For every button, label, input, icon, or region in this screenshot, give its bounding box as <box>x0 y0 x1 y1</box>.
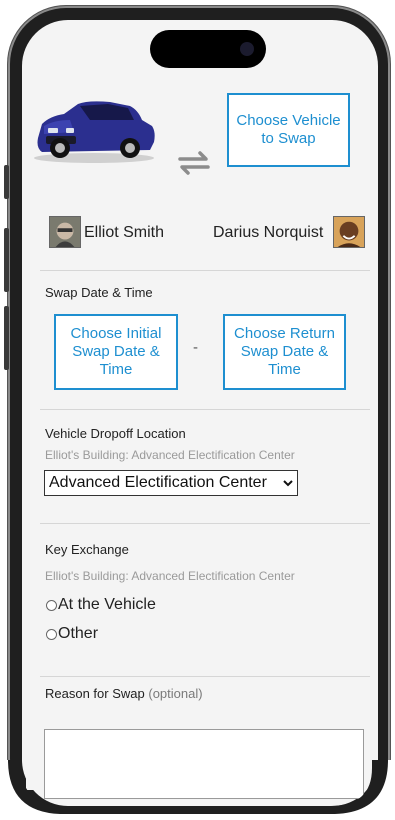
swap-arrows-icon <box>178 151 210 175</box>
key-exchange-option-other[interactable]: Other <box>46 625 98 643</box>
choose-vehicle-button[interactable]: Choose Vehicle to Swap <box>227 93 350 167</box>
choose-return-datetime-label: Choose Return Swap Date & Time <box>234 325 335 378</box>
option-label: Other <box>58 625 99 642</box>
avatar-elliot <box>49 216 81 248</box>
volume-up-button <box>4 228 9 292</box>
camera-icon <box>240 42 254 56</box>
choose-return-datetime-button[interactable]: Choose Return Swap Date & Time <box>223 314 346 390</box>
vehicle-image <box>34 101 155 163</box>
option-label: At the Vehicle <box>58 596 156 613</box>
participant-right-name: Darius Norquist <box>213 224 324 241</box>
chevron-down-icon <box>283 480 293 487</box>
radio-button[interactable] <box>46 628 57 640</box>
divider <box>40 409 370 410</box>
avatar-darius <box>333 216 365 248</box>
reason-optional-tag: (optional) <box>148 686 203 701</box>
dropoff-hint: Elliot's Building: Advanced Electificati… <box>45 448 295 462</box>
dropoff-title: Vehicle Dropoff Location <box>45 426 186 441</box>
choose-vehicle-label: Choose Vehicle to Swap <box>236 112 341 147</box>
radio-button[interactable] <box>46 599 57 611</box>
phone-bottom-edge <box>0 760 395 820</box>
divider <box>40 676 370 677</box>
choose-initial-datetime-button[interactable]: Choose Initial Swap Date & Time <box>54 314 178 390</box>
dropoff-location-select[interactable]: Advanced Electification Center <box>44 470 298 496</box>
mute-switch <box>4 165 9 199</box>
dropoff-selected-value: Advanced Electification Center <box>49 474 267 491</box>
reason-title-text: Reason for Swap <box>45 686 145 701</box>
divider <box>40 523 370 524</box>
participant-left-name: Elliot Smith <box>84 224 165 241</box>
date-range-separator: - <box>193 339 198 356</box>
swap-datetime-title: Swap Date & Time <box>45 285 153 300</box>
key-exchange-title: Key Exchange <box>45 542 129 557</box>
choose-initial-datetime-label: Choose Initial Swap Date & Time <box>70 325 162 378</box>
volume-down-button <box>4 306 9 370</box>
key-exchange-hint: Elliot's Building: Advanced Electificati… <box>45 569 295 583</box>
dynamic-island <box>150 30 266 68</box>
key-exchange-option-vehicle[interactable]: At the Vehicle <box>46 596 156 614</box>
reason-title: Reason for Swap (optional) <box>45 686 203 701</box>
divider <box>40 270 370 271</box>
